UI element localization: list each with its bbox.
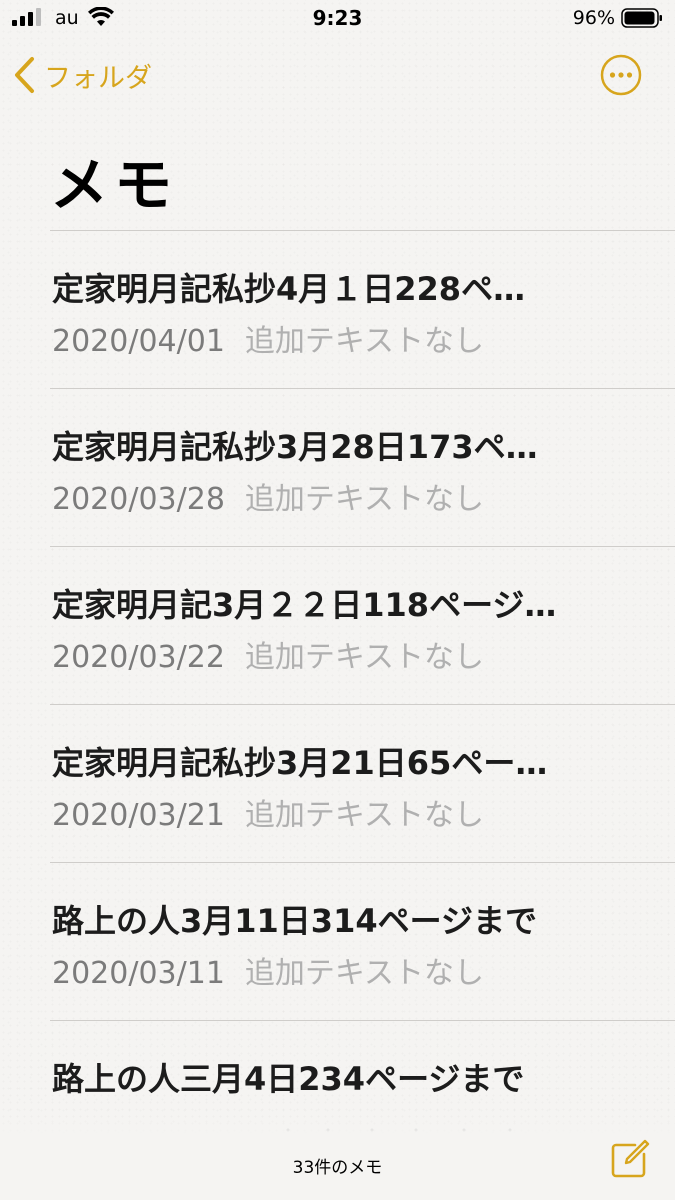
page-title: メモ [50, 151, 179, 219]
status-bar: au 9:23 96% [0, 0, 675, 40]
note-meta: 2020/03/22 追加テキストなし [52, 632, 484, 676]
note-preview: 追加テキストなし [244, 482, 485, 517]
battery-icon [621, 8, 662, 28]
list-item[interactable]: 定家明月記私抄4月１日228ペ… 2020/04/01 追加テキストなし [0, 231, 675, 388]
note-title: 路上の人三月4日234ページまで [52, 1060, 525, 1098]
note-date: 2020/03/22 [52, 640, 225, 675]
back-label: フォルダ [44, 62, 152, 94]
note-title: 定家明月記私抄4月１日228ペ… [52, 270, 526, 308]
note-date: 2020/04/01 [52, 324, 225, 359]
note-date: 2020/03/11 [52, 956, 225, 991]
note-preview: 追加テキストなし [244, 956, 485, 991]
list-item[interactable]: 定家明月記私抄3月21日65ペー… 2020/03/21 追加テキストなし [0, 705, 675, 862]
battery-percent: 96% [572, 7, 615, 29]
chevron-left-icon [15, 57, 34, 93]
note-title: 定家明月記3月２２日118ページ… [52, 586, 557, 624]
note-date: 2020/03/28 [52, 482, 225, 517]
note-meta: 2020/04/01 追加テキストなし [52, 316, 484, 360]
note-meta: 2020/03/21 追加テキストなし [52, 790, 484, 834]
note-title: 定家明月記私抄3月28日173ペ… [52, 428, 538, 466]
note-meta: 2020/03/28 追加テキストなし [52, 474, 484, 518]
list-item[interactable]: 路上の人3月11日314ページまで 2020/03/11 追加テキストなし [0, 863, 675, 1020]
note-preview: 追加テキストなし [244, 640, 485, 675]
note-date: 2020/03/21 [52, 798, 225, 833]
note-preview: 追加テキストなし [244, 324, 485, 359]
compose-note-icon[interactable] [608, 1137, 652, 1181]
back-button[interactable]: フォルダ [12, 52, 152, 98]
list-item[interactable]: 定家明月記3月２２日118ページ… 2020/03/22 追加テキストなし [0, 547, 675, 704]
note-count: 33件のメモ [292, 1158, 383, 1178]
note-meta: 2020/03/11 追加テキストなし [52, 948, 484, 992]
note-title: 路上の人3月11日314ページまで [52, 902, 537, 940]
list-item[interactable]: 定家明月記私抄3月28日173ペ… 2020/03/28 追加テキストなし [0, 389, 675, 546]
note-preview: 追加テキストなし [244, 798, 485, 833]
bottom-toolbar: 33件のメモ [0, 1115, 675, 1200]
note-list: 定家明月記私抄4月１日228ペ… 2020/04/01 追加テキストなし 定家明月… [0, 230, 675, 1141]
note-title: 定家明月記私抄3月21日65ペー… [52, 744, 548, 782]
more-ellipsis-circle-icon[interactable] [599, 53, 643, 97]
